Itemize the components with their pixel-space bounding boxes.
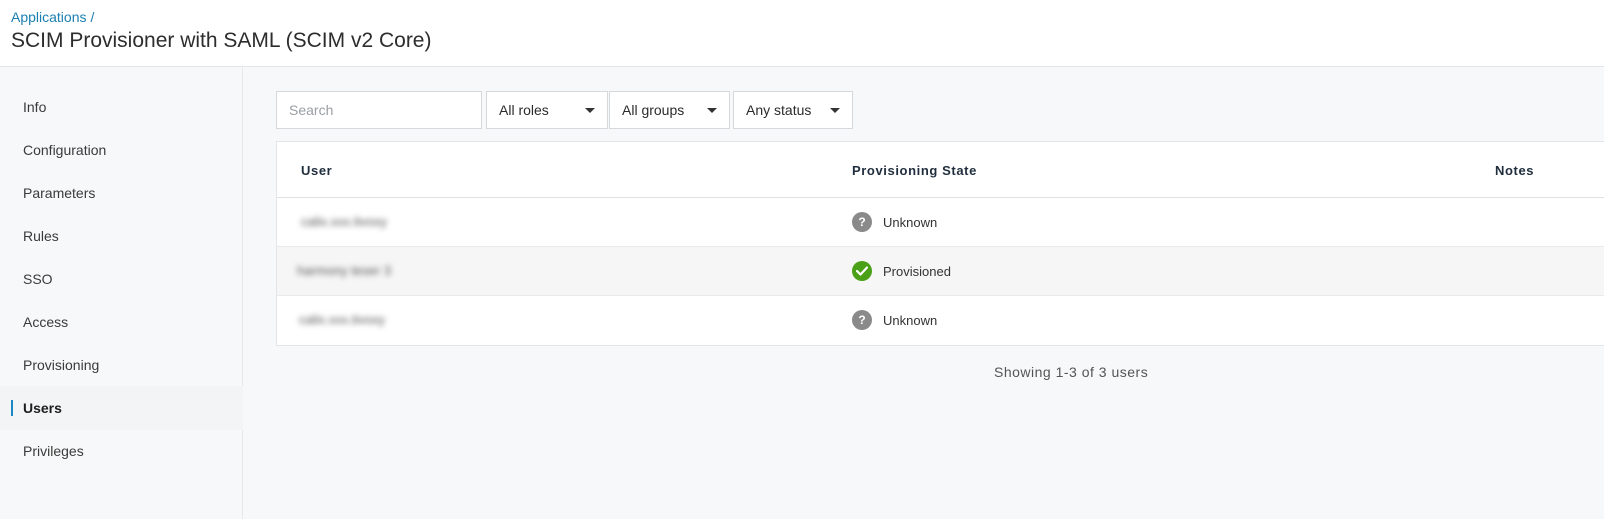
table-row[interactable]: calix.xxx.tivoxy ? Unknown <box>277 198 1604 247</box>
sidebar-item-rules[interactable]: Rules <box>0 214 243 258</box>
column-header-notes[interactable]: Notes <box>1495 163 1534 178</box>
provisioning-state: ? Unknown <box>852 212 937 232</box>
caret-down-icon <box>830 108 840 113</box>
caret-down-icon <box>585 108 595 113</box>
user-name[interactable]: calix.xxx.tivoxy <box>299 312 385 327</box>
sidebar-item-info[interactable]: Info <box>0 85 243 129</box>
breadcrumb-separator: / <box>90 9 95 25</box>
sidebar-item-label: Access <box>23 314 69 330</box>
provisioning-state: ? Unknown <box>852 310 937 330</box>
sidebar-item-configuration[interactable]: Configuration <box>0 128 243 172</box>
page-title: SCIM Provisioner with SAML (SCIM v2 Core… <box>11 29 432 52</box>
table-header: User Provisioning State Notes <box>277 142 1604 198</box>
question-circle-icon: ? <box>852 310 872 330</box>
sidebar-item-sso[interactable]: SSO <box>0 257 243 301</box>
sidebar-item-label: Provisioning <box>23 357 100 373</box>
user-name[interactable]: calix.xxx.tivoxy <box>301 214 387 229</box>
sidebar-item-access[interactable]: Access <box>0 300 243 344</box>
sidebar-item-label: Configuration <box>23 142 107 158</box>
users-table: User Provisioning State Notes calix.xxx.… <box>276 141 1604 346</box>
sidebar-item-label: Info <box>23 99 47 115</box>
sidebar-item-label: SSO <box>23 271 53 287</box>
check-circle-icon <box>852 261 872 281</box>
groups-select[interactable]: All groups <box>609 91 730 129</box>
sidebar-item-label: Rules <box>23 228 59 244</box>
app-header: Applications / SCIM Provisioner with SAML… <box>0 0 1604 67</box>
sidebar-item-label: Privileges <box>23 443 84 459</box>
search-input[interactable] <box>276 91 482 129</box>
caret-down-icon <box>707 108 717 113</box>
breadcrumb-link-applications[interactable]: Applications <box>11 9 87 25</box>
provisioning-state: Provisioned <box>852 261 951 281</box>
sidebar-item-parameters[interactable]: Parameters <box>0 171 243 215</box>
column-header-provisioning-state[interactable]: Provisioning State <box>852 163 977 178</box>
pagination-summary: Showing 1-3 of 3 users <box>994 364 1149 380</box>
provisioning-state-label: Unknown <box>883 312 938 328</box>
user-name[interactable]: harmony teser 3 <box>297 263 391 278</box>
roles-select-value: All roles <box>499 102 549 118</box>
sidebar: Info Configuration Parameters Rules SSO … <box>0 67 243 519</box>
roles-select[interactable]: All roles <box>486 91 608 129</box>
sidebar-item-label: Users <box>23 400 62 416</box>
breadcrumb: Applications / <box>11 9 94 25</box>
status-select-value: Any status <box>746 102 812 118</box>
question-circle-icon: ? <box>852 212 872 232</box>
sidebar-item-users[interactable]: Users <box>0 386 243 430</box>
sidebar-item-provisioning[interactable]: Provisioning <box>0 343 243 387</box>
status-select[interactable]: Any status <box>733 91 853 129</box>
sidebar-item-privileges[interactable]: Privileges <box>0 429 243 473</box>
column-header-user[interactable]: User <box>301 163 332 178</box>
provisioning-state-label: Unknown <box>883 214 938 230</box>
table-row[interactable]: harmony teser 3 Provisioned <box>277 247 1604 296</box>
table-row[interactable]: calix.xxx.tivoxy ? Unknown <box>277 296 1604 345</box>
sidebar-item-label: Parameters <box>23 185 96 201</box>
groups-select-value: All groups <box>622 102 685 118</box>
provisioning-state-label: Provisioned <box>883 263 951 279</box>
